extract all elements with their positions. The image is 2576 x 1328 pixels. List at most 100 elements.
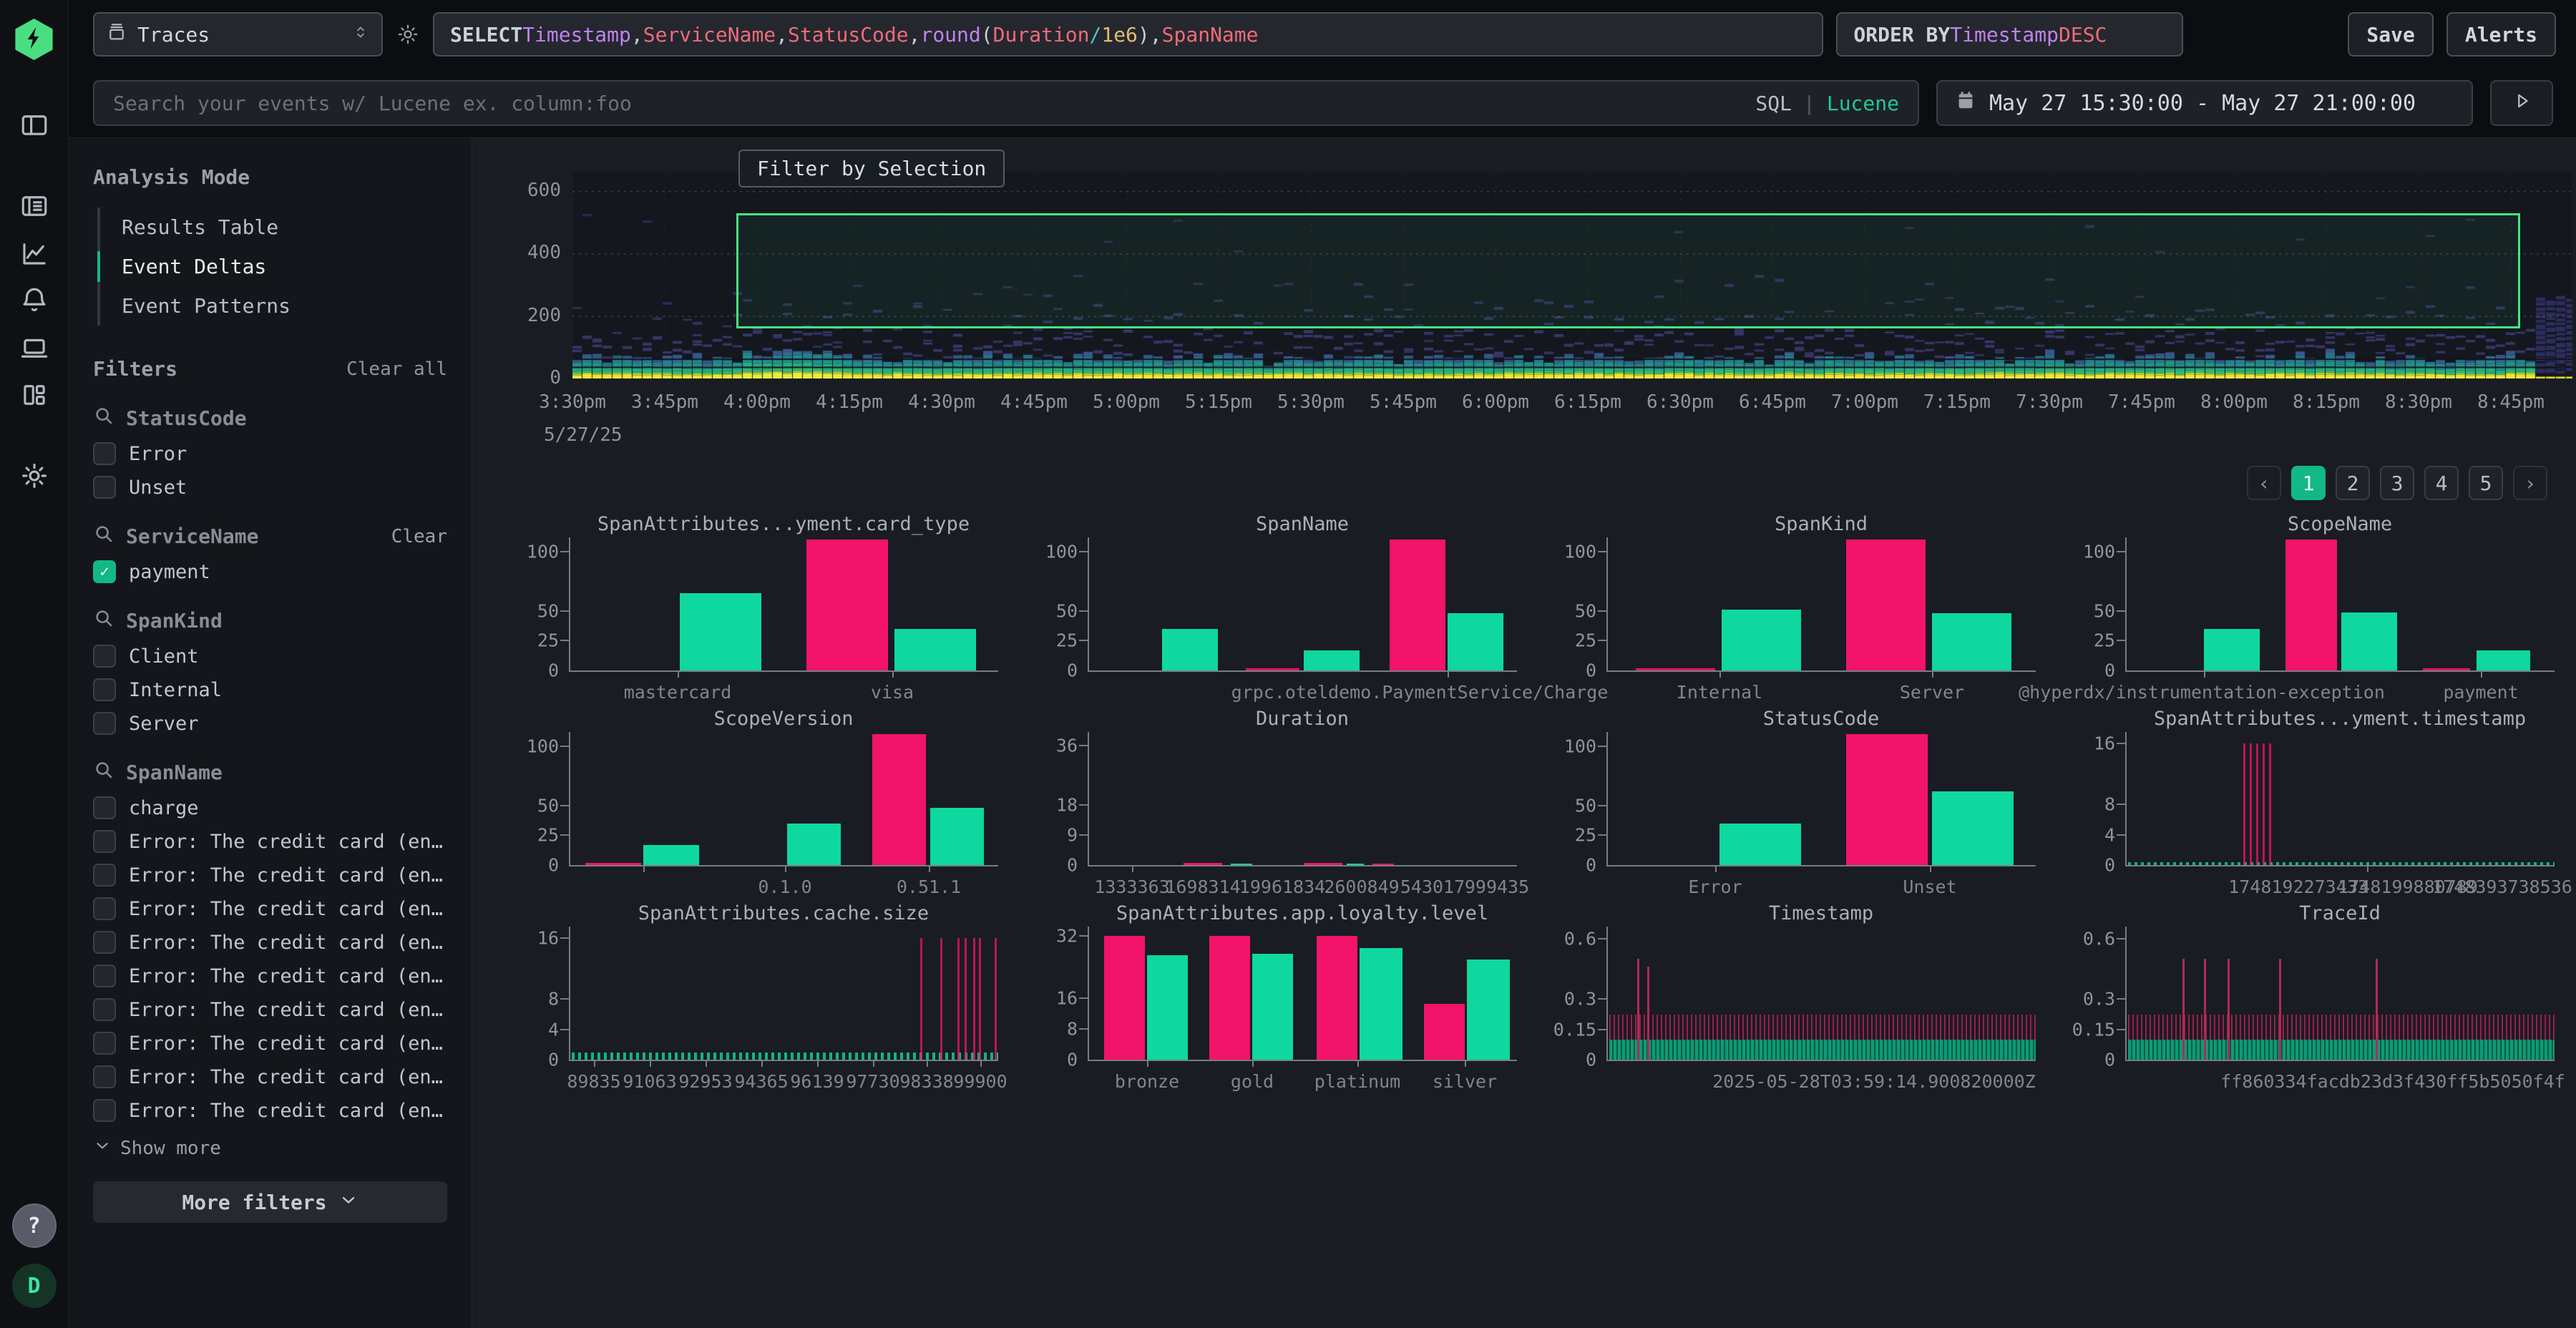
event-viewer-icon[interactable] [16, 189, 53, 223]
filter-item-label: Error: The credit card (end… [129, 999, 447, 1021]
filter-checkbox-row[interactable]: Error: The credit card (end… [93, 1032, 447, 1055]
settings-gear-icon[interactable] [16, 459, 53, 493]
filter-checkbox-row[interactable]: Error: The credit card (end… [93, 998, 447, 1021]
mini-chart-spanname[interactable]: SpanName02550100grpc.oteldemo.PaymentSer… [1020, 512, 1538, 706]
heatmap-plot[interactable]: Filter by Selection 5/27/25 02004006003:… [572, 172, 2572, 379]
y-tick-mark [560, 610, 569, 612]
sql-token: Timestamp [522, 23, 631, 47]
mini-chart-spankind[interactable]: SpanKind02550100InternalServer [1538, 512, 2057, 706]
page-button-4[interactable]: 4 [2424, 466, 2459, 500]
checkbox-unchecked[interactable] [93, 712, 116, 735]
y-tick-mark [1598, 551, 1606, 552]
alerts-button[interactable]: Alerts [2446, 12, 2556, 57]
y-tick-mark [560, 1029, 569, 1030]
hyperdx-logo[interactable] [14, 19, 55, 60]
mini-chart-scopeversion[interactable]: ScopeVersion025501000.1.00.51.1 [501, 706, 1020, 901]
y-tick-mark [560, 937, 569, 939]
bar-selection [2423, 668, 2470, 670]
y-tick-mark [2117, 998, 2125, 1000]
filter-checkbox-row[interactable]: ✓payment [93, 560, 447, 583]
checkbox-unchecked[interactable] [93, 1065, 116, 1088]
checkbox-unchecked[interactable] [93, 678, 116, 701]
filter-checkbox-row[interactable]: Error: The credit card (end… [93, 1065, 447, 1088]
page-prev-button[interactable]: ‹ [2247, 466, 2281, 500]
show-more-link[interactable]: Show more [93, 1136, 447, 1160]
mini-chart-spanattributes-cache-size[interactable]: SpanAttributes.cache.size048168983591063… [501, 901, 1020, 1095]
filter-checkbox-row[interactable]: Error: The credit card (end… [93, 864, 447, 887]
analysis-mode-results-table[interactable]: Results Table [100, 208, 447, 247]
filter-checkbox-row[interactable]: Error: The credit card (end… [93, 1099, 447, 1122]
checkbox-unchecked[interactable] [93, 864, 116, 887]
y-tick-label: 25 [1575, 825, 1596, 846]
lang-sql-toggle[interactable]: SQL [1755, 92, 1792, 115]
help-button[interactable]: ? [12, 1204, 57, 1248]
filter-by-selection-tooltip[interactable]: Filter by Selection [738, 150, 1005, 187]
filter-group-clear-link[interactable]: Clear [391, 526, 447, 547]
user-avatar[interactable]: D [12, 1264, 57, 1308]
checkbox-unchecked[interactable] [93, 965, 116, 987]
checkbox-unchecked[interactable] [93, 830, 116, 853]
analysis-mode-event-patterns[interactable]: Event Patterns [100, 286, 447, 326]
analysis-mode-event-deltas[interactable]: Event Deltas [100, 247, 447, 286]
filter-checkbox-row[interactable]: Client [93, 645, 447, 668]
page-button-2[interactable]: 2 [2336, 466, 2370, 500]
x-tick-mark [1930, 865, 1931, 872]
checkbox-unchecked[interactable] [93, 442, 116, 465]
mini-chart-duration[interactable]: Duration09183613333631698314199618342600… [1020, 706, 1538, 901]
filter-checkbox-row[interactable]: Error [93, 442, 447, 465]
page-button-3[interactable]: 3 [2380, 466, 2414, 500]
checkbox-unchecked[interactable] [93, 796, 116, 819]
checkbox-unchecked[interactable] [93, 931, 116, 954]
heatmap-x-tick-label: 8:15pm [2293, 391, 2360, 413]
checkbox-unchecked[interactable] [93, 998, 116, 1021]
filter-checkbox-row[interactable]: Error: The credit card (end… [93, 931, 447, 954]
dashboards-icon[interactable] [16, 378, 53, 412]
client-sessions-icon[interactable] [16, 331, 53, 365]
y-tick-label: 50 [537, 600, 559, 621]
time-range-picker[interactable]: May 27 15:30:00 - May 27 21:00:00 [1936, 80, 2473, 126]
page-button-5[interactable]: 5 [2469, 466, 2503, 500]
search-input[interactable]: Search your events w/ Lucene ex. column:… [93, 80, 1919, 126]
bar-selection [1209, 936, 1250, 1060]
source-select[interactable]: Traces [93, 12, 383, 57]
filter-checkbox-row[interactable]: Error: The credit card (end… [93, 830, 447, 853]
clear-all-filters-link[interactable]: Clear all [346, 358, 447, 380]
more-filters-button[interactable]: More filters [93, 1181, 447, 1223]
lang-lucene-toggle[interactable]: Lucene [1827, 92, 1899, 115]
select-clause-input[interactable]: SELECT Timestamp,ServiceName,StatusCode,… [433, 12, 1823, 57]
sidebar-toggle-icon[interactable] [16, 108, 53, 142]
checkbox-checked[interactable]: ✓ [93, 560, 116, 583]
run-query-button[interactable] [2490, 80, 2553, 126]
checkbox-unchecked[interactable] [93, 897, 116, 920]
filter-checkbox-row[interactable]: Server [93, 712, 447, 735]
order-by-input[interactable]: ORDER BY Timestamp DESC [1836, 12, 2183, 57]
mini-chart-traceid[interactable]: TraceId00.150.30.6ff860334facdb23d3f430f… [2057, 901, 2576, 1095]
y-tick-mark [560, 805, 569, 806]
y-tick-mark [1598, 938, 1606, 939]
mini-chart-statuscode[interactable]: StatusCode02550100ErrorUnset [1538, 706, 2057, 901]
y-tick-label: 25 [537, 630, 559, 651]
x-tick-label: 97730 [846, 1071, 899, 1092]
heatmap-selection[interactable] [736, 213, 2520, 328]
checkbox-unchecked[interactable] [93, 1032, 116, 1055]
mini-chart-timestamp[interactable]: Timestamp00.150.30.62025-05-28T03:59:14.… [1538, 901, 2057, 1095]
filter-checkbox-row[interactable]: Error: The credit card (end… [93, 965, 447, 987]
filter-item-label: Server [129, 713, 199, 735]
page-next-button[interactable]: › [2513, 466, 2547, 500]
mini-chart-spanattributes-yment-timestamp[interactable]: SpanAttributes...yment.timestamp04816174… [2057, 706, 2576, 901]
alerts-bell-icon[interactable] [16, 283, 53, 318]
page-button-1[interactable]: 1 [2291, 466, 2326, 500]
save-button[interactable]: Save [2348, 12, 2433, 57]
chart-explorer-icon[interactable] [16, 236, 53, 270]
mini-chart-spanattributes-yment-card-type[interactable]: SpanAttributes...yment.card_type02550100… [501, 512, 1020, 706]
checkbox-unchecked[interactable] [93, 645, 116, 668]
checkbox-unchecked[interactable] [93, 476, 116, 499]
filter-checkbox-row[interactable]: Unset [93, 476, 447, 499]
source-settings-gear-icon[interactable] [396, 22, 420, 47]
checkbox-unchecked[interactable] [93, 1099, 116, 1122]
filter-checkbox-row[interactable]: Error: The credit card (end… [93, 897, 447, 920]
mini-chart-scopename[interactable]: ScopeName02550100@hyperdx/instrumentatio… [2057, 512, 2576, 706]
mini-chart-spanattributes-app-loyalty-level[interactable]: SpanAttributes.app.loyalty.level081632br… [1020, 901, 1538, 1095]
filter-checkbox-row[interactable]: charge [93, 796, 447, 819]
filter-checkbox-row[interactable]: Internal [93, 678, 447, 701]
